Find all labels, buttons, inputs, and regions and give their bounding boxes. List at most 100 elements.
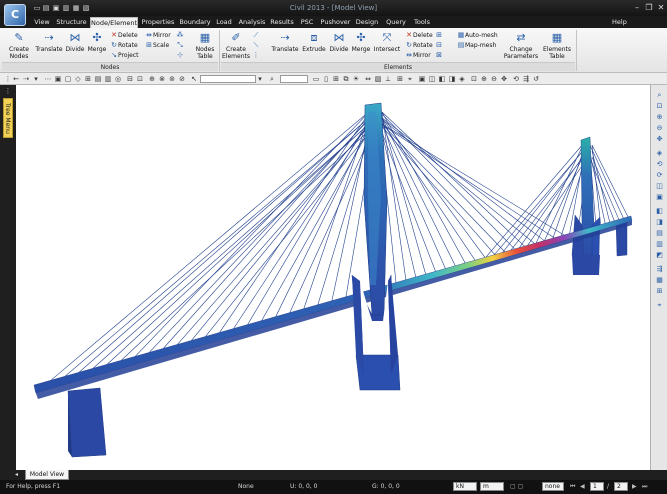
node-tool-3-button[interactable]: ⊹ (176, 51, 184, 60)
light-icon[interactable]: ☀ (352, 75, 360, 83)
zoom-fit-icon[interactable]: ⌕ (655, 91, 664, 100)
restore-icon[interactable]: ❐ (644, 3, 654, 12)
zoom-window-icon[interactable]: ⊡ (470, 75, 478, 83)
active-all-icon[interactable]: ⊚ (168, 75, 176, 83)
merge-elements-button[interactable]: ✣ Merge (350, 31, 372, 53)
walk-icon[interactable]: ⇶ (655, 265, 664, 274)
intersect-button[interactable]: ⤧ Intersect (372, 31, 402, 53)
inverse-icon[interactable]: ⊘ (178, 75, 186, 83)
combo-arrow-icon[interactable]: ▾ (256, 75, 264, 83)
view-front-icon[interactable]: ▣ (418, 75, 426, 83)
merge-nodes-button[interactable]: ✣ Merge (86, 31, 108, 53)
iso-view-icon[interactable]: ◈ (655, 149, 664, 158)
view-iso-icon[interactable]: ◈ (458, 75, 466, 83)
front-view-icon[interactable]: ▣ (655, 193, 664, 202)
selection-combo[interactable] (200, 75, 256, 83)
app-logo[interactable]: C (4, 4, 26, 26)
tab-psc[interactable]: PSC (298, 17, 316, 28)
pan-icon[interactable]: ✥ (500, 75, 508, 83)
option-select[interactable]: none (542, 482, 564, 491)
minimize-icon[interactable]: – (632, 3, 642, 12)
unit-tools-icon[interactable]: ▢ ▢ (510, 483, 523, 491)
tab-view[interactable]: View (31, 17, 53, 28)
tab-scroll-left-icon[interactable]: ◂ (15, 471, 18, 478)
view-top-icon[interactable]: ◫ (428, 75, 436, 83)
tab-properties[interactable]: Properties (141, 17, 175, 28)
view-right-icon[interactable]: ◨ (448, 75, 456, 83)
delete-nodes-button[interactable]: ✕Delete (110, 31, 138, 40)
elements-table-button[interactable]: ▦ Elements Table (542, 31, 572, 60)
model-viewport[interactable] (16, 85, 650, 470)
zoom-window-icon[interactable]: ⊡ (655, 102, 664, 111)
map-mesh-button[interactable]: ▤Map-mesh (457, 41, 497, 50)
auto-mesh-button[interactable]: ▦Auto-mesh (457, 31, 498, 40)
rotate-left-icon[interactable]: ⟲ (655, 160, 664, 169)
element-tool-2-button[interactable]: ⟍ (252, 41, 260, 50)
display-option-icon[interactable]: ⇔ (364, 75, 372, 83)
zoom-in-icon[interactable]: ⊕ (655, 113, 664, 122)
node-tool-1-button[interactable]: ⁂ (176, 31, 184, 40)
redraw-icon[interactable]: ↺ (532, 75, 540, 83)
mirror-elements-button[interactable]: ⇹Mirror (405, 51, 431, 60)
project-nodes-button[interactable]: ↘Project (110, 51, 138, 60)
help-menu[interactable]: Help (612, 17, 627, 28)
render-icon[interactable]: ▨ (374, 75, 382, 83)
delete-elements-button[interactable]: ✕Delete (405, 31, 433, 40)
top-view-icon[interactable]: ◫ (655, 182, 664, 191)
tab-query[interactable]: Query (384, 17, 408, 28)
zoom-fit-icon[interactable]: ⌕ (268, 75, 276, 83)
plane-select-icon[interactable]: ▤ (94, 75, 102, 83)
snap-icon[interactable]: ⌖ (406, 75, 414, 83)
inactivate-icon[interactable]: ⊗ (158, 75, 166, 83)
page-next-icon[interactable]: ▶ (632, 483, 637, 491)
activate-icon[interactable]: ⊕ (148, 75, 156, 83)
angle-view-icon[interactable]: ◩ (655, 251, 664, 260)
rotate-nodes-button[interactable]: ↻Rotate (110, 41, 138, 50)
select-all-icon[interactable]: ◎ (114, 75, 122, 83)
create-nodes-button[interactable]: ✎ Create Nodes (6, 31, 32, 60)
element-tool-6-button[interactable]: ⊠ (435, 51, 443, 60)
display-icon[interactable]: ▭ (312, 75, 320, 83)
tab-node-element[interactable]: Node/Element (90, 17, 138, 28)
pointer-icon[interactable]: ↖ (190, 75, 198, 83)
element-tool-1-button[interactable]: ⟋ (252, 31, 260, 40)
page-current[interactable]: 1 (590, 482, 604, 491)
page-last-icon[interactable]: ⏭ (642, 483, 647, 491)
element-tool-4-button[interactable]: ⊞ (435, 31, 443, 40)
unselect-icon[interactable]: ⊟ (126, 75, 134, 83)
zoom-out-icon[interactable]: ⊖ (655, 124, 664, 133)
rotate-view-icon[interactable]: ⟲ (512, 75, 520, 83)
pin-icon[interactable]: ⋮ (4, 87, 12, 95)
zoom-in-icon[interactable]: ⊕ (480, 75, 488, 83)
tab-structure[interactable]: Structure (55, 17, 88, 28)
tab-results[interactable]: Results (268, 17, 296, 28)
volume-select-icon[interactable]: ▥ (104, 75, 112, 83)
force-unit-select[interactable]: kN (453, 482, 477, 491)
node-tool-2-button[interactable]: ⤡ (176, 41, 184, 50)
tab-model-view[interactable]: Model View (25, 470, 69, 480)
length-unit-select[interactable]: m (480, 482, 504, 491)
divide-elements-button[interactable]: ⋈ Divide (328, 31, 350, 53)
left-view-icon[interactable]: ◧ (655, 207, 664, 216)
back-view-icon[interactable]: ▥ (655, 240, 664, 249)
scale-nodes-button[interactable]: ⊞Scale (145, 41, 169, 50)
shrink-icon[interactable]: ⊞ (332, 75, 340, 83)
polygon-select-icon[interactable]: ◇ (74, 75, 82, 83)
extrude-button[interactable]: ⧈ Extrude (300, 31, 328, 53)
tab-pushover[interactable]: Pushover (319, 17, 352, 28)
pan-icon[interactable]: ✥ (655, 135, 664, 144)
mirror-nodes-button[interactable]: ⇹Mirror (145, 31, 171, 40)
translate-elements-button[interactable]: ⇢ Translate (270, 31, 300, 53)
rotate-elements-button[interactable]: ↻Rotate (405, 41, 433, 50)
grid-icon[interactable]: ⊞ (655, 287, 664, 296)
element-tool-3-button[interactable]: ⋮ (252, 51, 260, 60)
nodes-table-button[interactable]: ▦ Nodes Table (192, 31, 218, 60)
tab-load[interactable]: Load (214, 17, 234, 28)
walk-icon[interactable]: ⇶ (522, 75, 530, 83)
translate-nodes-button[interactable]: ⇢ Translate (34, 31, 64, 53)
right-view-icon[interactable]: ◨ (655, 218, 664, 227)
redo-icon[interactable]: ⇢ (22, 75, 30, 83)
axis-icon[interactable]: ⟂ (384, 75, 392, 83)
rotate-right-icon[interactable]: ⟳ (655, 171, 664, 180)
tab-design[interactable]: Design (354, 17, 380, 28)
